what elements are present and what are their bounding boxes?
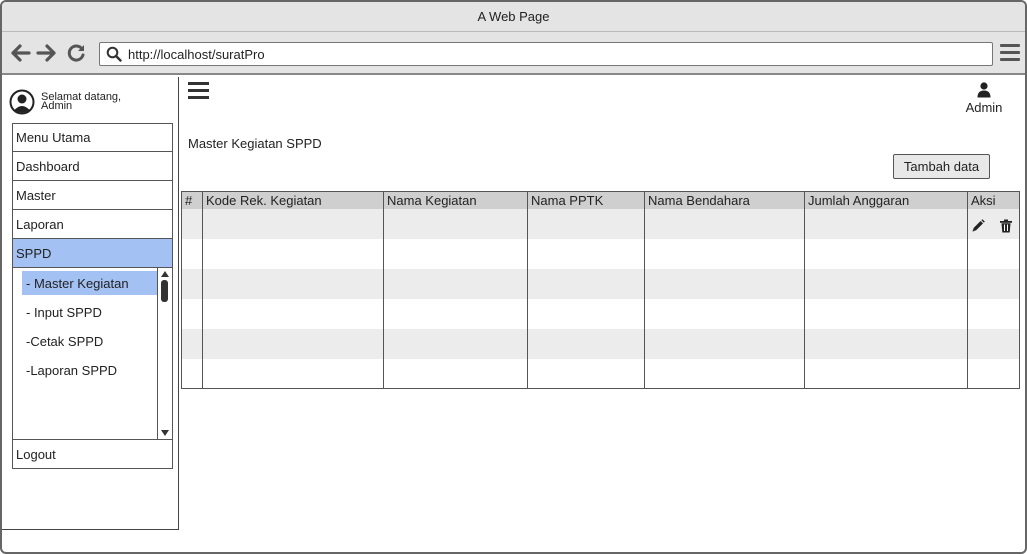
browser-window: A Web Page http://localhost/suratPro Sel… [0, 0, 1027, 554]
sidebar-menu: Menu Utama Dashboard Master Laporan SPPD… [12, 123, 173, 469]
submenu-item-laporan-sppd[interactable]: -Laporan SPPD [22, 358, 158, 382]
sidebar-item-menu-utama[interactable]: Menu Utama [12, 123, 173, 152]
column-header-aksi: Aksi [967, 191, 1020, 209]
user-circle-icon [9, 89, 35, 115]
sidebar-item-dashboard[interactable]: Dashboard [12, 152, 173, 181]
data-table: # Kode Rek. Kegiatan Nama Kegiatan Nama … [181, 191, 1020, 389]
sidebar-item-laporan[interactable]: Laporan [12, 210, 173, 239]
submenu-scrollbar[interactable] [157, 268, 172, 439]
browser-toolbar: http://localhost/suratPro [2, 32, 1025, 75]
table-header-row: # Kode Rek. Kegiatan Nama Kegiatan Nama … [181, 191, 1020, 209]
window-title: A Web Page [477, 9, 550, 24]
column-header-nama-bendahara: Nama Bendahara [644, 191, 805, 209]
table-row [181, 208, 1020, 239]
submenu-item-label: -Cetak SPPD [26, 333, 104, 349]
pencil-icon[interactable] [971, 218, 985, 233]
address-bar[interactable]: http://localhost/suratPro [99, 42, 993, 66]
table-row [181, 328, 1020, 359]
welcome-text: Selamat datang, Admin [41, 92, 121, 112]
submenu-item-label: - Input SPPD [26, 304, 102, 320]
sppd-submenu: - Master Kegiatan - Input SPPD -Cetak SP… [12, 268, 173, 440]
sidebar-item-label: Menu Utama [16, 130, 91, 145]
user-icon [977, 82, 991, 98]
submenu-item-label: - Master Kegiatan [26, 275, 129, 291]
column-header-kode-rek: Kode Rek. Kegiatan [202, 191, 384, 209]
sidebar-item-label: Master [16, 187, 56, 203]
sidebar-toggle-icon[interactable] [188, 82, 209, 100]
sidebar-item-label: Logout [16, 446, 56, 462]
column-header-jumlah-anggaran: Jumlah Anggaran [804, 191, 968, 209]
profile-block: Selamat datang, Admin [9, 89, 121, 115]
submenu-item-cetak-sppd[interactable]: -Cetak SPPD [22, 329, 158, 353]
sidebar: Selamat datang, Admin Menu Utama Dashboa… [2, 77, 179, 530]
user-label: Admin [965, 100, 1003, 115]
add-data-button[interactable]: Tambah data [893, 154, 990, 179]
column-header-nama-pptk: Nama PPTK [527, 191, 645, 209]
table-row [181, 238, 1020, 269]
sidebar-item-label: Dashboard [16, 158, 80, 174]
sidebar-item-logout[interactable]: Logout [12, 440, 173, 469]
arrow-right-icon[interactable] [35, 42, 57, 64]
page-title: Master Kegiatan SPPD [188, 136, 322, 151]
sidebar-item-label: Laporan [16, 216, 64, 232]
table-row [181, 298, 1020, 329]
column-header-nama-kegiatan: Nama Kegiatan [383, 191, 528, 209]
scroll-down-icon[interactable] [161, 430, 169, 436]
url-text: http://localhost/suratPro [128, 46, 265, 62]
table-row [181, 268, 1020, 299]
column-header-number: # [181, 191, 203, 209]
welcome-line-2: Admin [41, 100, 73, 112]
scroll-thumb[interactable] [161, 280, 168, 302]
table-row [181, 358, 1020, 389]
window-titlebar: A Web Page [2, 2, 1025, 32]
user-menu[interactable]: Admin [962, 82, 1006, 115]
row-actions [967, 208, 1020, 239]
scroll-up-icon[interactable] [161, 271, 169, 277]
reload-icon[interactable] [65, 42, 87, 64]
submenu-item-master-kegiatan[interactable]: - Master Kegiatan [22, 271, 158, 295]
search-icon [106, 46, 122, 62]
arrow-left-icon[interactable] [10, 42, 32, 64]
sidebar-item-sppd[interactable]: SPPD [12, 239, 173, 268]
submenu-item-label: -Laporan SPPD [26, 362, 118, 378]
trash-icon[interactable] [999, 219, 1013, 233]
sidebar-item-label: SPPD [16, 245, 52, 261]
browser-menu-icon[interactable] [1000, 44, 1020, 62]
submenu-item-input-sppd[interactable]: - Input SPPD [22, 300, 158, 324]
sidebar-item-master[interactable]: Master [12, 181, 173, 210]
